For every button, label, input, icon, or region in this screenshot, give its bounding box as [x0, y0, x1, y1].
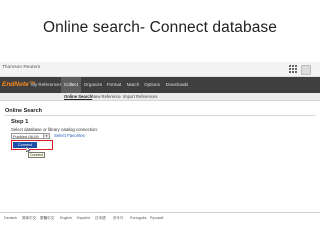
language-link[interactable]: Русский: [150, 216, 163, 220]
language-link[interactable]: 简体中文: [22, 216, 36, 221]
slide-title: Online search- Connect database: [42, 19, 278, 36]
nav-match[interactable]: Match: [125, 77, 141, 93]
nav-downloads[interactable]: Downloads: [164, 77, 190, 93]
subnav-online-search[interactable]: Online Search: [64, 94, 92, 99]
language-link[interactable]: English: [60, 216, 72, 220]
connect-button[interactable]: Connect: [13, 142, 37, 148]
nav-options[interactable]: Options: [143, 77, 161, 93]
nav-organize[interactable]: Organize: [83, 77, 103, 93]
sub-nav: Online Search New Reference Import Refer…: [0, 93, 320, 101]
language-link[interactable]: 繁體中文: [40, 216, 54, 221]
select-favorites-link[interactable]: Select Favorites: [54, 133, 85, 138]
main-nav: EndNote™ My References Collect Organize …: [0, 77, 320, 93]
subnav-import-references[interactable]: Import References: [123, 94, 157, 99]
database-select-value: PubMed (NLM): [13, 135, 39, 139]
connect-tooltip: Connect: [28, 152, 46, 158]
apps-grid-icon[interactable]: [289, 65, 297, 73]
language-link[interactable]: 日本語: [95, 216, 106, 221]
thomson-reuters-bar: Thomson Reuters: [0, 62, 320, 77]
user-icon[interactable]: [301, 65, 311, 75]
language-link[interactable]: Português: [130, 216, 146, 220]
nav-collect[interactable]: Collect: [61, 77, 81, 93]
language-link[interactable]: Español: [77, 216, 90, 220]
database-select[interactable]: PubMed (NLM) ▾: [11, 133, 50, 139]
subnav-new-reference[interactable]: New Reference: [92, 94, 121, 99]
instruction-text: Select database or library catalog conne…: [11, 127, 98, 132]
panel-heading: Online Search: [5, 108, 42, 114]
language-footer: Deutsch 简体中文 繁體中文 English Español 日本語 한국…: [0, 212, 320, 223]
language-link[interactable]: 한국어: [113, 216, 123, 221]
step-label: Step 1: [11, 119, 29, 125]
language-link[interactable]: Deutsch: [4, 216, 17, 220]
endnote-screenshot: Thomson Reuters EndNote™ My References C…: [0, 62, 320, 228]
nav-my-references[interactable]: My References: [31, 77, 62, 93]
chevron-down-icon[interactable]: ▾: [43, 134, 49, 138]
nav-format[interactable]: Format: [105, 77, 123, 93]
brand-label: Thomson Reuters: [2, 65, 41, 70]
